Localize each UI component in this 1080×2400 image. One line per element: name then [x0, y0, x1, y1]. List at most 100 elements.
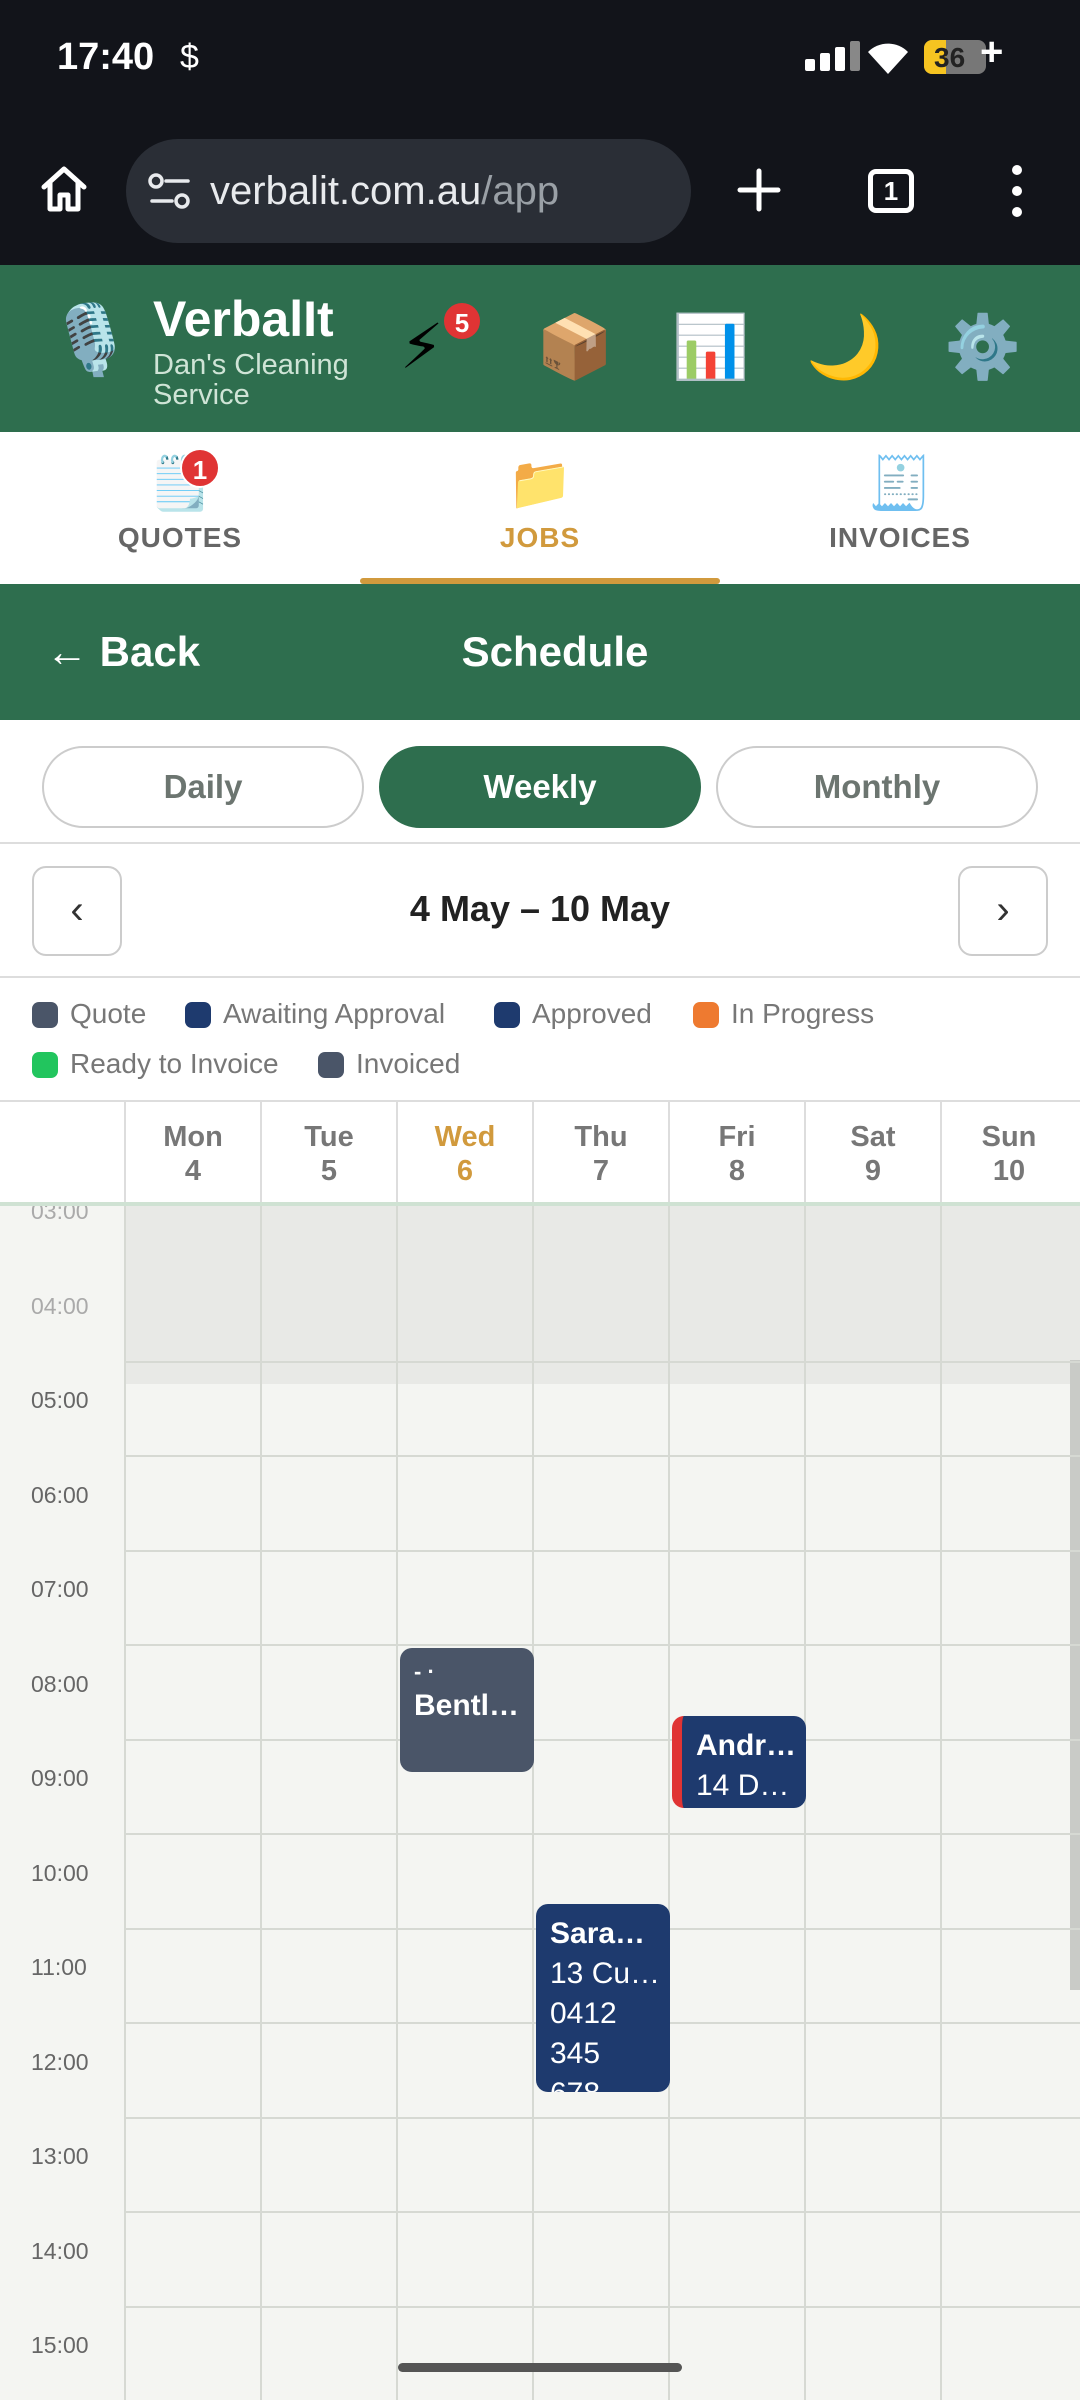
day-column-divider [124, 1206, 126, 2400]
back-button[interactable]: ← Back [46, 628, 200, 676]
day-name: Tue [304, 1121, 354, 1153]
hour-label: 03:00 [31, 1206, 89, 1224]
hour-label: 06:00 [31, 1481, 89, 1508]
day-name: Fri [718, 1121, 756, 1153]
home-icon[interactable] [36, 161, 92, 217]
view-toggle: Daily Weekly Monthly [0, 720, 1080, 844]
event-phone-part: 0412 [550, 1997, 617, 2030]
hour-gridline [124, 1549, 1080, 1552]
date-range-label: 4 May – 10 May [409, 888, 671, 929]
legend-label: In Progress [731, 998, 875, 1029]
hour-gridline [124, 1833, 1080, 1835]
day-column-divider [532, 1206, 534, 2400]
day-header-sun[interactable]: Sun 10 [940, 1102, 1076, 1202]
job-event[interactable]: - · Bentl… [400, 1648, 534, 1772]
job-event[interactable]: Andr… 14 D… [672, 1716, 806, 1808]
hour-label: 13:00 [31, 2143, 89, 2169]
day-number: 9 [864, 1155, 882, 1187]
hour-label: 11:00 [31, 1954, 87, 1980]
week-grid[interactable]: 15:00 14:00 13:00 12:00 11:00 10:00 09:00 08:00… [0, 1206, 1080, 2400]
legend-label: Awaiting Approval [223, 998, 446, 1029]
day-header-fri[interactable]: Fri 8 [668, 1102, 804, 1202]
monthly-view-button[interactable]: Monthly [716, 746, 1038, 828]
hour-gridline [124, 2211, 1080, 2213]
hour-label: 04:00 [31, 1292, 89, 1319]
day-name: Sat [850, 1121, 896, 1153]
hour-gridline [124, 2305, 1080, 2308]
hour-label: 05:00 [31, 1387, 89, 1413]
event-title: Andr… [696, 1729, 796, 1762]
moon-icon[interactable]: 🌙 [806, 313, 883, 383]
event-title: Bentl… [414, 1689, 519, 1722]
url-domain: verbalit.com.au [210, 169, 482, 213]
quotes-badge: 1 [180, 448, 220, 488]
legend-swatch [32, 1052, 58, 1078]
legend-item: Awaiting Approval [185, 998, 445, 1030]
day-header-tue[interactable]: Tue 5 [260, 1102, 396, 1202]
url-path: /app [481, 169, 560, 213]
microphone-icon: 🎙️ [48, 302, 133, 378]
daily-view-button[interactable]: Daily [42, 746, 364, 828]
off-hours-band [124, 1206, 1080, 1384]
tab-label: QUOTES [117, 522, 243, 553]
site-settings-icon[interactable] [148, 171, 192, 211]
day-number: 4 [184, 1155, 202, 1187]
hour-label: 09:00 [31, 1765, 89, 1791]
day-number: 7 [592, 1155, 610, 1187]
lightning-badge: 5 [442, 301, 482, 341]
tab-quotes[interactable]: 🗒️ 1 QUOTES [0, 432, 360, 584]
event-address: 13 Cu… [550, 1957, 661, 1990]
hour-label: 08:00 [31, 1670, 89, 1697]
hour-label: 10:00 [31, 1859, 89, 1886]
gesture-bar [398, 2363, 682, 2372]
status-legend: Quote Awaiting Approval Approved In Prog… [0, 978, 1080, 1102]
day-name: Sun [981, 1121, 1037, 1153]
lightning-icon[interactable]: ⚡ [400, 313, 444, 383]
day-header-wed[interactable]: Wed 6 [396, 1102, 532, 1202]
day-name: Thu [574, 1121, 628, 1153]
receipt-icon: 🧾 [867, 455, 933, 513]
tab-invoices[interactable]: 🧾 INVOICES [720, 432, 1080, 584]
week-day-header: Mon 4 Tue 5 Wed 6 Thu 7 Fri 8 Sat 9 Sun 10 [0, 1102, 1080, 1206]
tab-label: INVOICES [829, 522, 971, 553]
legend-item: Approved [494, 998, 652, 1030]
next-week-button[interactable]: › [958, 866, 1048, 956]
day-header-mon[interactable]: Mon 4 [124, 1102, 260, 1202]
tab-switcher-button[interactable]: 1 [868, 169, 914, 213]
section-tabs: 🗒️ 1 QUOTES 📁 JOBS 🧾 INVOICES [0, 432, 1080, 584]
legend-swatch [494, 1002, 520, 1028]
legend-swatch [32, 1002, 58, 1028]
hour-label: 07:00 [31, 1576, 89, 1602]
day-header-thu[interactable]: Thu 7 [532, 1102, 668, 1202]
date-range-nav: ‹ 4 May – 10 May › [0, 844, 1080, 978]
gear-icon[interactable]: ⚙️ [944, 313, 1021, 383]
day-header-sat[interactable]: Sat 9 [804, 1102, 940, 1202]
box-icon[interactable]: 📦 [536, 313, 613, 383]
weekly-view-button[interactable]: Weekly [379, 746, 701, 828]
legend-label: Ready to Invoice [70, 1048, 279, 1079]
url-bar[interactable]: verbalit.com.au/app [126, 139, 691, 243]
day-column-divider [260, 1206, 262, 2400]
legend-swatch [693, 1002, 719, 1028]
battery-level: 36 [934, 42, 966, 73]
battery-icon: 36 [924, 40, 986, 74]
app-header: 🎙️ VerbalIt Dan's Cleaning Service ⚡ 5 📦… [0, 265, 1080, 432]
charging-plus: + [980, 30, 1004, 74]
legend-swatch [318, 1052, 344, 1078]
folder-icon: 📁 [507, 455, 573, 513]
day-column-divider [668, 1206, 670, 2400]
event-address: 14 D… [696, 1769, 790, 1802]
chart-icon[interactable]: 📊 [672, 313, 749, 383]
browser-toolbar: verbalit.com.au/app 1 [0, 115, 1080, 265]
tab-jobs[interactable]: 📁 JOBS [360, 432, 720, 584]
event-phone-part: 345 [550, 2037, 601, 2070]
day-name: Mon [163, 1121, 223, 1153]
day-number: 8 [728, 1155, 746, 1187]
more-menu-icon[interactable] [1012, 165, 1022, 228]
page-header: Schedule ← Back [0, 584, 1080, 720]
legend-item: Ready to Invoice [32, 1048, 279, 1080]
job-event[interactable]: Sara… 13 Cu… 0412 345 678 [536, 1904, 670, 2092]
legend-label: Quote [70, 998, 147, 1029]
new-tab-icon[interactable] [736, 167, 782, 213]
day-name: Wed [434, 1121, 496, 1153]
